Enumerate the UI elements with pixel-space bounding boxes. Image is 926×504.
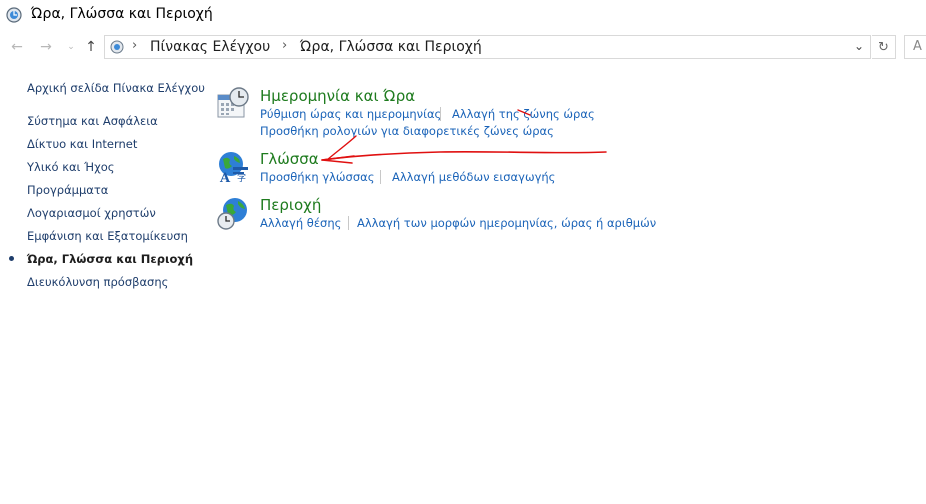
navigation-bar: ← → ⌄ ↑ › Πίνακας Ελέγχου › Ώρα, Γλώσσα … <box>0 32 926 64</box>
address-dropdown-chevron-icon[interactable]: ⌄ <box>854 39 864 53</box>
title-bar: Ώρα, Γλώσσα και Περιοχή <box>0 0 926 32</box>
breadcrumb-control-panel[interactable]: Πίνακας Ελέγχου <box>150 39 270 55</box>
breadcrumb-current-page[interactable]: Ώρα, Γλώσσα και Περιοχή <box>300 39 482 55</box>
sidebar-item-user-accounts[interactable]: Λογαριασμοί χρηστών <box>27 206 156 220</box>
sidebar-item-network-internet[interactable]: Δίκτυο και Internet <box>27 137 137 151</box>
control-panel-icon <box>110 40 124 54</box>
link-add-language[interactable]: Προσθήκη γλώσσας <box>260 170 374 184</box>
calendar-clock-icon[interactable] <box>216 87 250 121</box>
link-set-time-date[interactable]: Ρύθμιση ώρας και ημερομηνίας <box>260 107 441 121</box>
sidebar-item-system-security[interactable]: Σύστημα και Ασφάλεια <box>27 114 158 128</box>
sidebar-item-clock-language-region[interactable]: Ώρα, Γλώσσα και Περιοχή <box>27 252 193 266</box>
link-separator <box>380 170 381 184</box>
region-globe-clock-icon[interactable] <box>216 196 250 230</box>
sidebar-item-programs[interactable]: Προγράμματα <box>27 183 108 197</box>
forward-arrow-icon[interactable]: → <box>37 38 55 56</box>
current-page-bullet-icon <box>9 256 14 261</box>
sidebar-item-ease-of-access[interactable]: Διευκόλυνση πρόσβασης <box>27 275 168 289</box>
link-add-clocks[interactable]: Προσθήκη ρολογιών για διαφορετικές ζώνες… <box>260 124 554 138</box>
svg-text:A: A <box>219 171 231 184</box>
back-arrow-icon[interactable]: ← <box>8 38 26 56</box>
link-change-formats[interactable]: Αλλαγή των μορφών ημερομηνίας, ώρας ή αρ… <box>357 216 656 230</box>
sidebar-item-control-panel-home[interactable]: Αρχική σελίδα Πίνακα Ελέγχου <box>27 81 205 95</box>
category-title-region[interactable]: Περιοχή <box>260 196 321 214</box>
svg-text:字: 字 <box>237 172 246 184</box>
link-change-input-methods[interactable]: Αλλαγή μεθόδων εισαγωγής <box>392 170 555 184</box>
sidebar-item-hardware-sound[interactable]: Υλικό και Ήχος <box>27 160 115 174</box>
language-globe-icon[interactable]: A 字 <box>216 150 250 184</box>
link-change-location[interactable]: Αλλαγή θέσης <box>260 216 341 230</box>
search-input[interactable]: Α <box>904 35 926 59</box>
breadcrumb-separator-icon: › <box>132 38 138 53</box>
link-separator <box>440 107 441 121</box>
category-title-date-time[interactable]: Ημερομηνία και Ώρα <box>260 87 415 105</box>
recent-locations-chevron-icon[interactable]: ⌄ <box>62 38 80 56</box>
up-arrow-icon[interactable]: ↑ <box>82 38 100 56</box>
clock-globe-icon <box>6 7 22 23</box>
refresh-icon[interactable]: ↻ <box>872 35 896 59</box>
category-title-language[interactable]: Γλώσσα <box>260 150 319 168</box>
address-bar[interactable]: › Πίνακας Ελέγχου › Ώρα, Γλώσσα και Περι… <box>104 35 871 59</box>
breadcrumb-separator-icon: › <box>282 38 288 53</box>
window-title: Ώρα, Γλώσσα και Περιοχή <box>31 6 213 22</box>
link-change-time-zone[interactable]: Αλλαγή της ζώνης ώρας <box>452 107 595 121</box>
sidebar-item-appearance[interactable]: Εμφάνιση και Εξατομίκευση <box>27 229 188 243</box>
link-separator <box>348 216 349 230</box>
